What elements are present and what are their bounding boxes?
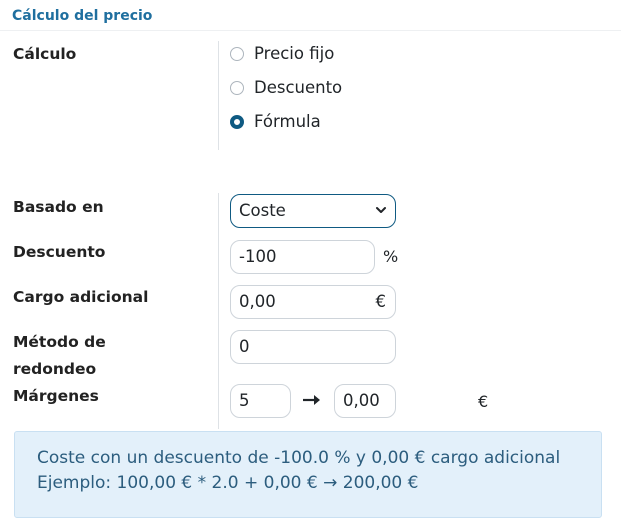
radio-label: Fórmula [254, 112, 321, 131]
discount-input[interactable]: -100 [230, 240, 375, 274]
calculation-divider [218, 41, 219, 150]
info-line-1: Coste con un descuento de -100.0 % y 0,0… [37, 448, 561, 468]
surcharge-value: 0,00 [239, 292, 276, 311]
radio-button-checked[interactable] [230, 114, 244, 129]
margin-max-input[interactable]: 0,00 [334, 384, 396, 418]
discount-value: -100 [239, 247, 277, 266]
arrow-right-icon [303, 395, 320, 405]
margins-label: Márgenes [13, 387, 99, 405]
rounding-label-line1: Método de [13, 333, 106, 351]
based-on-select[interactable]: Coste [230, 194, 396, 228]
surcharge-label: Cargo adicional [13, 288, 149, 306]
chevron-down-icon [376, 207, 386, 213]
radio-formula[interactable]: Fórmula [230, 112, 321, 131]
rounding-label-line2: redondeo [13, 360, 97, 378]
margin-max-value: 0,00 [343, 391, 380, 410]
section-title: Cálculo del precio [12, 8, 153, 24]
margin-min-value: 5 [239, 391, 250, 410]
radio-descuento[interactable]: Descuento [230, 78, 342, 97]
margins-currency: € [478, 392, 489, 411]
margin-min-input[interactable]: 5 [230, 384, 291, 418]
formula-divider [218, 193, 219, 429]
discount-unit: % [383, 247, 399, 266]
rounding-value: 0 [239, 337, 250, 356]
surcharge-input[interactable]: 0,00 € [230, 285, 396, 319]
discount-label: Descuento [13, 243, 106, 261]
rounding-input[interactable]: 0 [230, 330, 396, 364]
based-on-value: Coste [239, 201, 286, 220]
radio-label: Precio fijo [254, 44, 335, 63]
surcharge-currency: € [375, 292, 387, 311]
radio-button[interactable] [230, 46, 244, 61]
section-divider [0, 30, 621, 31]
formula-info-box: Coste con un descuento de -100.0 % y 0,0… [14, 431, 602, 518]
based-on-label: Basado en [13, 198, 104, 216]
radio-precio-fijo[interactable]: Precio fijo [230, 44, 334, 63]
radio-button[interactable] [230, 80, 244, 95]
calculation-label: Cálculo [13, 45, 77, 63]
info-line-2: Ejemplo: 100,00 € * 2.0 + 0,00 € → 200,0… [37, 473, 419, 493]
radio-label: Descuento [254, 78, 343, 97]
